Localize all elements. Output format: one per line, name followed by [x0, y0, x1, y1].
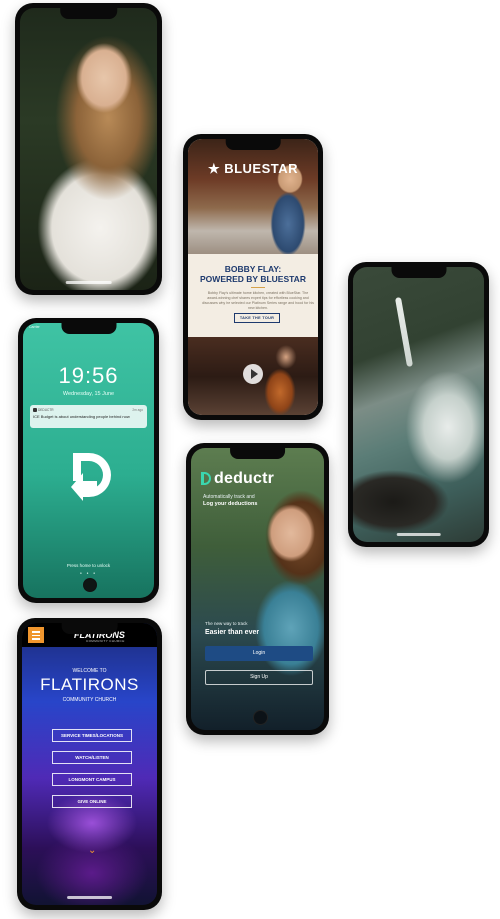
- app-icon: [33, 408, 37, 412]
- notch: [60, 323, 117, 334]
- video-thumbnail[interactable]: [188, 337, 318, 415]
- subheading-1: The new way to track: [205, 621, 248, 626]
- tagline-2: Log your deductions: [203, 501, 258, 507]
- deductr-screen: deductr Automatically track and Log your…: [191, 448, 324, 730]
- menu-icon[interactable]: [28, 627, 44, 643]
- home-button[interactable]: [83, 578, 97, 592]
- home-indicator: [396, 533, 441, 536]
- login-button[interactable]: Login: [205, 646, 313, 661]
- logo-subtitle: COMMUNITY CHURCH: [86, 639, 125, 643]
- longmont-campus-button[interactable]: LONGMONT CAMPUS: [52, 773, 132, 786]
- portrait-photo: [20, 8, 157, 290]
- notification-time: 2m ago: [132, 408, 143, 412]
- date: Wednesday, 15 June: [62, 391, 115, 397]
- home-indicator: [65, 281, 112, 284]
- kitchen-hero-image: ★ BLUESTAR: [188, 139, 318, 254]
- notch: [59, 8, 118, 19]
- beach-waterfall-photo: [353, 267, 484, 542]
- notch: [229, 448, 286, 459]
- headline: BOBBY FLAY: POWERED BY BLUESTAR: [188, 264, 318, 284]
- notch: [61, 623, 118, 634]
- give-online-button[interactable]: GIVE ONLINE: [52, 795, 132, 808]
- headline-line-1: BOBBY FLAY:: [224, 264, 282, 274]
- bluestar-logo: ★ BLUESTAR: [207, 161, 299, 176]
- notification-app: DEDUCTR: [38, 408, 54, 412]
- notification[interactable]: DEDUCTR 2m ago ICE Budget is about under…: [30, 405, 147, 428]
- play-icon[interactable]: [243, 364, 263, 384]
- notch: [390, 267, 447, 278]
- welcome-text: WELCOME TO: [72, 668, 107, 674]
- lock-screen: Carrier 19:56 Wednesday, 15 June DEDUCTR…: [23, 323, 154, 598]
- watch-listen-button[interactable]: WATCH/LISTEN: [52, 751, 132, 764]
- page-dots: ● ● ●: [79, 571, 98, 575]
- divider: [251, 287, 265, 288]
- headline-line-2: POWERED BY BLUESTAR: [200, 274, 306, 284]
- phone-deductr: deductr Automatically track and Log your…: [186, 443, 329, 735]
- flatirons-screen: FLATIRONS COMMUNITY CHURCH WELCOME TO FL…: [22, 623, 157, 905]
- deductr-wordmark: deductr: [214, 470, 275, 487]
- hero-title: FLATIRONS: [40, 675, 139, 694]
- subheading-2: Easier than ever: [205, 629, 260, 636]
- body-text: Bobby Flay's ultimate home kitchen, crea…: [202, 291, 314, 310]
- phone-lock-screen: Carrier 19:56 Wednesday, 15 June DEDUCTR…: [18, 318, 159, 603]
- notch: [225, 139, 281, 150]
- bluestar-screen: ★ BLUESTAR BOBBY FLAY: POWERED BY BLUEST…: [188, 139, 318, 415]
- service-times-button[interactable]: SERVICE TIMES/LOCATIONS: [52, 729, 132, 742]
- chevron-down-icon[interactable]: ⌄: [88, 845, 96, 856]
- tagline-1: Automatically track and: [203, 494, 255, 500]
- deductr-logo: deductr: [201, 470, 274, 488]
- signup-button[interactable]: Sign Up: [205, 670, 313, 685]
- phone-beach-photo: [348, 262, 489, 547]
- home-button[interactable]: [253, 710, 268, 725]
- take-tour-button[interactable]: TAKE THE TOUR: [234, 313, 280, 323]
- home-indicator: [66, 896, 113, 899]
- phone-bluestar: ★ BLUESTAR BOBBY FLAY: POWERED BY BLUEST…: [183, 134, 323, 420]
- waterfall: [394, 297, 414, 367]
- phone-portrait-photo: [15, 3, 162, 295]
- phone-flatirons: FLATIRONS COMMUNITY CHURCH WELCOME TO FL…: [17, 618, 162, 910]
- deductr-logo-icon: [71, 453, 111, 501]
- deductr-mark-icon: [201, 472, 211, 485]
- unlock-hint: Press home to unlock: [66, 563, 111, 568]
- notification-text: ICE Budget is about understanding people…: [33, 414, 130, 419]
- hero-subtitle: COMMUNITY CHURCH: [62, 697, 117, 703]
- clock: 19:56: [58, 363, 119, 388]
